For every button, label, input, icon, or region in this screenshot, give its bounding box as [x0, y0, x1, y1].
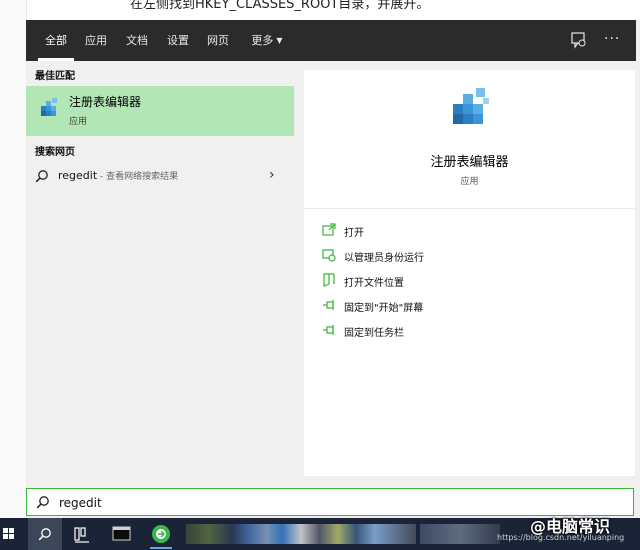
tab-documents[interactable]: 文档	[121, 20, 153, 61]
folder-icon	[323, 273, 335, 287]
search-input[interactable]	[57, 492, 621, 514]
tab-all[interactable]: 全部	[38, 20, 74, 61]
shield-icon	[322, 249, 336, 262]
web-search-heading: 搜索网页	[35, 147, 75, 158]
web-result-query: regedit	[58, 169, 98, 182]
action-run-as-admin-label: 以管理员身份运行	[344, 253, 424, 264]
pin-icon	[323, 300, 334, 310]
web-result-text: regedit - 查看网络搜索结果	[58, 169, 178, 182]
terminal-app-icon[interactable]	[110, 518, 134, 550]
detail-header: 注册表编辑器 应用	[304, 70, 635, 209]
article-text: 在左侧找到HKEY_CLASSES_ROOT目录，并展开。	[130, 0, 430, 12]
action-open-label: 打开	[344, 228, 364, 239]
chevron-down-icon: ▼	[276, 36, 283, 45]
background-article: 在左侧找到HKEY_CLASSES_ROOT目录，并展开。	[0, 0, 640, 22]
start-search-window: 全部 应用 文档 设置 网页 更多 ▼ ··· 最佳匹配 注册表编辑器 应用 搜…	[26, 20, 636, 518]
task-view-icon[interactable]	[72, 518, 94, 550]
filter-tab-bar: 全部 应用 文档 设置 网页 更多 ▼ ···	[26, 20, 636, 61]
search-icon	[35, 170, 48, 183]
tab-apps[interactable]: 应用	[80, 20, 112, 61]
tab-settings[interactable]: 设置	[162, 20, 194, 61]
background-left-strip	[0, 0, 27, 518]
web-search-result[interactable]: regedit - 查看网络搜索结果 ›	[26, 164, 294, 190]
more-options-button[interactable]: ···	[604, 20, 620, 61]
detail-title: 注册表编辑器	[430, 155, 509, 170]
browser-app-icon[interactable]	[148, 518, 174, 550]
detail-subtitle: 应用	[460, 177, 479, 187]
search-icon	[36, 496, 49, 509]
action-pin-to-start-label: 固定到"开始"屏幕	[344, 303, 424, 314]
pin-icon	[323, 325, 334, 335]
regedit-cubes-icon	[41, 98, 57, 116]
action-pin-to-taskbar-label: 固定到任务栏	[344, 328, 404, 339]
chevron-right-icon[interactable]: ›	[269, 167, 275, 183]
action-open-file-location-label: 打开文件位置	[344, 278, 404, 289]
detail-panel: 注册表编辑器 应用 打开 以管理员身份运行 打开文件位置 固定到"开始"屏幕 固…	[304, 70, 635, 476]
tab-more-label: 更多	[251, 34, 274, 47]
web-result-hint: - 查看网络搜索结果	[97, 172, 179, 182]
blurred-taskbar-apps	[186, 524, 416, 544]
search-icon	[38, 528, 51, 541]
background-right-strip	[636, 20, 640, 520]
search-box[interactable]	[26, 488, 634, 516]
windows-start-icon[interactable]	[2, 518, 16, 550]
results-panel: 最佳匹配 注册表编辑器 应用 搜索网页 regedit - 查看网络搜索结果 ›	[26, 61, 296, 476]
best-match-subtitle: 应用	[69, 117, 88, 127]
feedback-icon[interactable]	[570, 31, 588, 49]
watermark-url: https://blog.csdn.net/yiluanping	[497, 533, 625, 542]
tab-web[interactable]: 网页	[202, 20, 234, 61]
blurred-tray-icons	[420, 524, 500, 544]
best-match-heading: 最佳匹配	[35, 71, 75, 82]
best-match-title: 注册表编辑器	[69, 95, 142, 109]
open-icon	[322, 223, 336, 236]
best-match-result[interactable]: 注册表编辑器 应用	[26, 86, 294, 136]
regedit-large-icon	[453, 88, 489, 124]
taskbar-search-button[interactable]	[28, 518, 62, 550]
tab-more[interactable]: 更多 ▼	[244, 20, 290, 61]
